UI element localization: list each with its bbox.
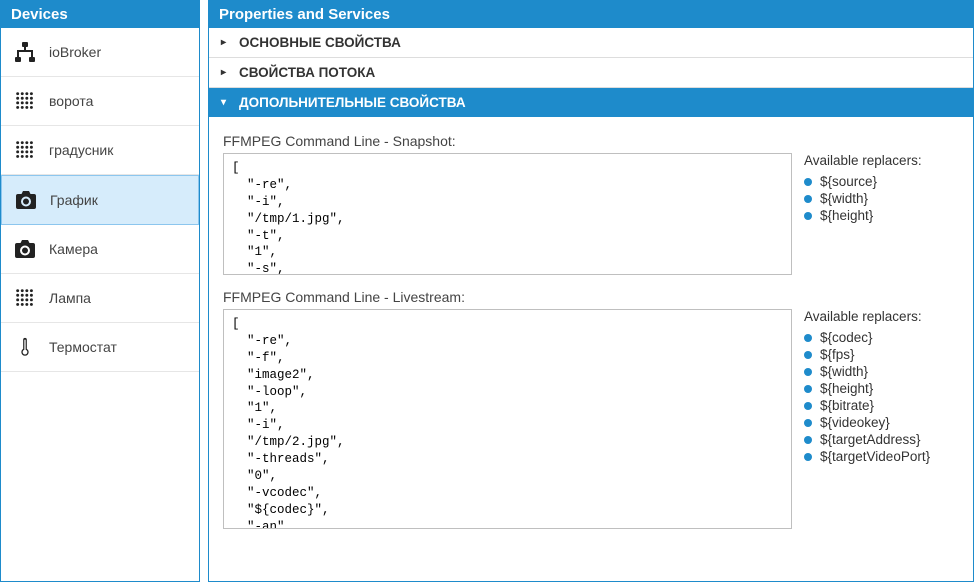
replacer-text: ${width} — [820, 364, 868, 379]
livestream-textarea[interactable] — [223, 309, 792, 529]
livestream-replacers: Available replacers: ${codec} ${fps} ${wid… — [804, 309, 959, 529]
replacer-item: ${width} — [804, 364, 959, 379]
accordion-body-additional: FFMPEG Command Line - Snapshot: Availabl… — [209, 117, 973, 553]
snapshot-label: FFMPEG Command Line - Snapshot: — [223, 133, 959, 149]
accordion-label: ОСНОВНЫЕ СВОЙСТВА — [239, 35, 401, 50]
dots-icon — [13, 138, 37, 162]
devices-panel: Devices ioBroker ворота градусник График Кам… — [0, 0, 200, 582]
snapshot-textarea[interactable] — [223, 153, 792, 275]
replacer-item: ${targetAddress} — [804, 432, 959, 447]
replacer-item: ${height} — [804, 381, 959, 396]
bullet-icon — [804, 195, 812, 203]
accordion-header-basic[interactable]: ▸ ОСНОВНЫЕ СВОЙСТВА — [209, 28, 973, 57]
tree-icon — [13, 40, 37, 64]
replacer-text: ${fps} — [820, 347, 855, 362]
replacer-item: ${targetVideoPort} — [804, 449, 959, 464]
device-item[interactable]: Лампа — [1, 274, 199, 323]
replacer-item: ${height} — [804, 208, 959, 223]
accordion-label: СВОЙСТВА ПОТОКА — [239, 65, 375, 80]
device-item[interactable]: градусник — [1, 126, 199, 175]
bullet-icon — [804, 385, 812, 393]
bullet-icon — [804, 436, 812, 444]
device-item[interactable]: ioBroker — [1, 28, 199, 77]
bullet-icon — [804, 334, 812, 342]
replacer-text: ${videokey} — [820, 415, 890, 430]
replacer-item: ${codec} — [804, 330, 959, 345]
caret-right-icon: ▸ — [221, 67, 231, 78]
caret-down-icon: ▾ — [221, 97, 231, 108]
device-item[interactable]: Термостат — [1, 323, 199, 372]
bullet-icon — [804, 351, 812, 359]
replacer-text: ${width} — [820, 191, 868, 206]
replacer-item: ${bitrate} — [804, 398, 959, 413]
accordion-header-stream[interactable]: ▸ СВОЙСТВА ПОТОКА — [209, 57, 973, 87]
dots-icon — [13, 286, 37, 310]
device-item-label: Камера — [49, 241, 98, 257]
bullet-icon — [804, 419, 812, 427]
device-item[interactable]: Камера — [1, 225, 199, 274]
replacer-item: ${source} — [804, 174, 959, 189]
bullet-icon — [804, 402, 812, 410]
bullet-icon — [804, 453, 812, 461]
device-item-label: Термостат — [49, 339, 117, 355]
replacer-text: ${targetVideoPort} — [820, 449, 930, 464]
bullet-icon — [804, 212, 812, 220]
dots-icon — [13, 89, 37, 113]
accordion: ▸ ОСНОВНЫЕ СВОЙСТВА ▸ СВОЙСТВА ПОТОКА ▾ … — [209, 28, 973, 117]
device-item-label: градусник — [49, 142, 113, 158]
camera-icon — [13, 237, 37, 261]
replacer-item: ${width} — [804, 191, 959, 206]
bullet-icon — [804, 178, 812, 186]
replacer-text: ${source} — [820, 174, 877, 189]
replacer-text: ${targetAddress} — [820, 432, 921, 447]
snapshot-replacers-list: ${source} ${width} ${height} — [804, 174, 959, 223]
bullet-icon — [804, 368, 812, 376]
thermometer-icon — [13, 335, 37, 359]
accordion-header-additional[interactable]: ▾ ДОПОЛЬНИТЕЛЬНЫЕ СВОЙСТВА — [209, 87, 973, 117]
livestream-label: FFMPEG Command Line - Livestream: — [223, 289, 959, 305]
accordion-label: ДОПОЛЬНИТЕЛЬНЫЕ СВОЙСТВА — [239, 95, 466, 110]
device-item-label: ioBroker — [49, 44, 101, 60]
replacers-title: Available replacers: — [804, 309, 959, 324]
properties-panel: Properties and Services ▸ ОСНОВНЫЕ СВОЙС… — [208, 0, 974, 582]
properties-panel-title: Properties and Services — [209, 1, 973, 28]
replacer-item: ${fps} — [804, 347, 959, 362]
replacer-text: ${height} — [820, 208, 873, 223]
device-item[interactable]: ворота — [1, 77, 199, 126]
replacer-item: ${videokey} — [804, 415, 959, 430]
device-item-label: Лампа — [49, 290, 91, 306]
camera-icon — [14, 188, 38, 212]
replacers-title: Available replacers: — [804, 153, 959, 168]
caret-right-icon: ▸ — [221, 37, 231, 48]
device-list: ioBroker ворота градусник График Камера Лампа… — [1, 28, 199, 372]
device-item-label: График — [50, 192, 98, 208]
replacer-text: ${height} — [820, 381, 873, 396]
devices-panel-title: Devices — [1, 1, 199, 28]
livestream-replacers-list: ${codec} ${fps} ${width} ${height} ${bitrate… — [804, 330, 959, 464]
device-item-label: ворота — [49, 93, 93, 109]
replacer-text: ${bitrate} — [820, 398, 874, 413]
replacer-text: ${codec} — [820, 330, 873, 345]
device-item[interactable]: График — [1, 175, 199, 225]
snapshot-replacers: Available replacers: ${source}${width}${… — [804, 153, 959, 275]
